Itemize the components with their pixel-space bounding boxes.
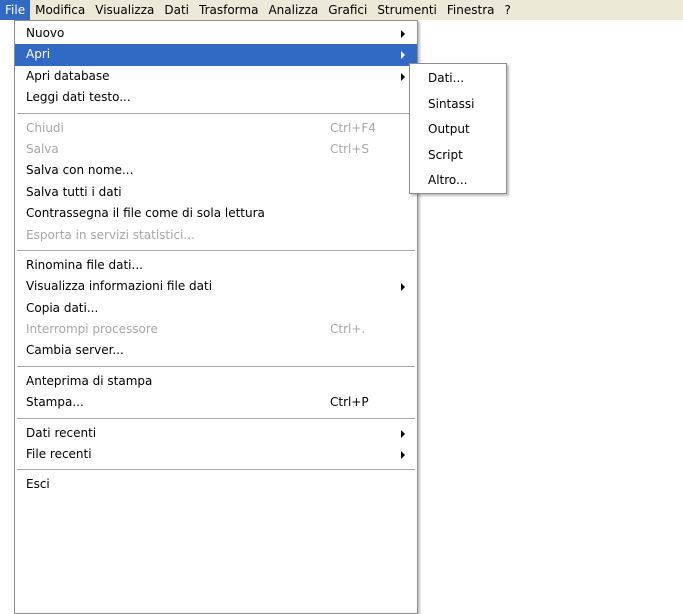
submenu-arrow-icon (401, 72, 405, 81)
menu-item-label: Interrompi processore (26, 322, 158, 337)
menu-item-label: Rinomina file dati... (26, 257, 143, 272)
menu-item-label: Salva (26, 141, 59, 156)
menubar-item-help[interactable]: ? (500, 0, 516, 20)
menu-item-salva-tutti-i-dati[interactable]: Salva tutti i dati (15, 182, 417, 203)
menu-item-label: Chiudi (26, 120, 64, 135)
open-submenu: Dati... Sintassi Output Script Altro... (409, 63, 507, 194)
menu-item-label: Salva con nome... (26, 163, 134, 178)
submenu-item-output[interactable]: Output (410, 117, 506, 143)
menu-item-label: Esci (26, 477, 50, 492)
submenu-item-altro[interactable]: Altro... (410, 168, 506, 194)
menu-item-salva-con-nome[interactable]: Salva con nome... (15, 160, 417, 181)
menu-item-esci[interactable]: Esci (15, 474, 417, 495)
menu-item-anteprima-di-stampa[interactable]: Anteprima di stampa (15, 371, 417, 392)
menu-item-label: Leggi dati testo... (26, 90, 131, 105)
menu-item-label: Anteprima di stampa (26, 373, 153, 388)
menu-item-dati-recenti[interactable]: Dati recenti (15, 423, 417, 444)
submenu-arrow-icon (401, 283, 405, 292)
menu-item-esporta-in-servizi-statistici: Esporta in servizi statistici... (15, 225, 417, 246)
submenu-item-script[interactable]: Script (410, 143, 506, 169)
menubar-item-trasforma[interactable]: Trasforma (194, 0, 263, 20)
menu-item-shortcut: Ctrl+F4 (330, 120, 376, 135)
menu-item-interrompi-processore: Interrompi processore Ctrl+. (15, 319, 417, 340)
menu-item-cambia-server[interactable]: Cambia server... (15, 340, 417, 361)
menu-item-label: Visualizza informazioni file dati (26, 279, 213, 294)
menu-item-label: File recenti (26, 447, 92, 462)
submenu-item-sintassi[interactable]: Sintassi (410, 92, 506, 118)
menu-item-label: Contrassegna il file come di sola lettur… (26, 206, 265, 221)
menubar-item-file[interactable]: File (0, 0, 31, 20)
menu-item-label: Dati recenti (26, 425, 97, 440)
menu-item-label: Stampa... (26, 395, 84, 410)
menu-item-rinomina-file-dati[interactable]: Rinomina file dati... (15, 255, 417, 276)
submenu-item-dati[interactable]: Dati... (410, 66, 506, 92)
menubar-item-visualizza[interactable]: Visualizza (90, 0, 159, 20)
menu-item-chiudi: Chiudi Ctrl+F4 (15, 118, 417, 139)
menubar-item-analizza[interactable]: Analizza (263, 0, 323, 20)
menu-item-label: Apri (26, 47, 51, 62)
menu-item-apri[interactable]: Apri (15, 44, 417, 66)
submenu-arrow-icon (401, 51, 405, 60)
menu-item-shortcut: Ctrl+. (330, 322, 366, 337)
menu-item-label: Nuovo (26, 26, 65, 40)
menu-bar: File Modifica Visualizza Dati Trasforma Anali… (0, 0, 683, 20)
submenu-arrow-icon (401, 30, 405, 38)
submenu-arrow-icon (401, 451, 405, 460)
menubar-item-strumenti[interactable]: Strumenti (372, 0, 442, 20)
menu-item-visualizza-informazioni-file-dati[interactable]: Visualizza informazioni file dati (15, 276, 417, 297)
menu-item-label: Copia dati... (26, 300, 99, 315)
menu-item-contrassegna-il-file-come-di-sola-lettura[interactable]: Contrassegna il file come di sola lettur… (15, 203, 417, 224)
submenu-arrow-icon (401, 429, 405, 438)
menu-item-label: Esporta in servizi statistici... (26, 227, 195, 242)
menu-item-leggi-dati-testo[interactable]: Leggi dati testo... (15, 87, 417, 108)
menubar-item-grafici[interactable]: Grafici (323, 0, 372, 20)
menu-item-stampa[interactable]: Stampa... Ctrl+P (15, 392, 417, 413)
menu-separator (17, 112, 415, 114)
file-menu: Nuovo Apri Apri database Leggi dati testo..… (14, 20, 418, 614)
menu-separator (17, 417, 415, 419)
menu-separator (17, 469, 415, 471)
menu-item-file-recenti[interactable]: File recenti (15, 444, 417, 465)
menu-item-shortcut: Ctrl+P (330, 395, 369, 410)
menu-item-salva: Salva Ctrl+S (15, 139, 417, 160)
menubar-item-modifica[interactable]: Modifica (30, 0, 90, 20)
menubar-item-dati[interactable]: Dati (159, 0, 194, 20)
menu-item-copia-dati[interactable]: Copia dati... (15, 298, 417, 319)
menu-item-shortcut: Ctrl+S (330, 141, 370, 156)
menubar-item-finestra[interactable]: Finestra (442, 0, 500, 20)
menu-separator (17, 249, 415, 251)
menu-item-apri-database[interactable]: Apri database (15, 66, 417, 87)
menu-item-label: Apri database (26, 68, 110, 83)
menu-item-label: Salva tutti i dati (26, 184, 122, 199)
menu-item-nuovo[interactable]: Nuovo (15, 23, 417, 44)
menu-separator (17, 365, 415, 367)
menu-item-label: Cambia server... (26, 343, 124, 358)
